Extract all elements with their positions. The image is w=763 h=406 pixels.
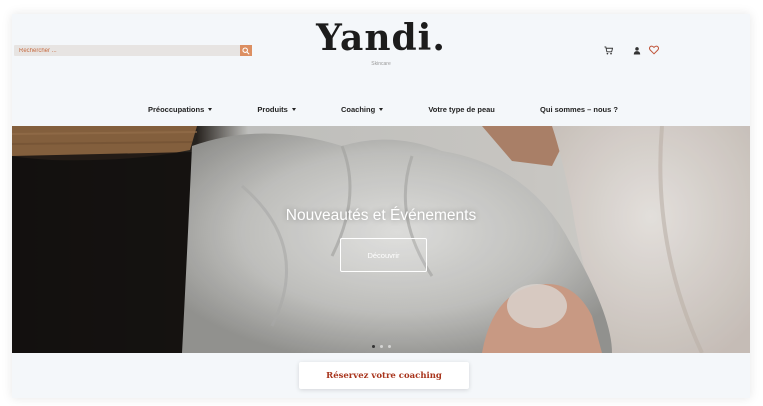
nav-item-type-de-peau[interactable]: Votre type de peau — [428, 105, 495, 114]
nav-item-produits[interactable]: Produits — [257, 104, 296, 114]
nav-item-coaching[interactable]: Coaching — [341, 104, 384, 114]
slider-dots — [372, 345, 391, 348]
page-frame: Yandi. Skincare Préoccupations Produits — [12, 14, 750, 398]
nav-item-label: Qui sommes – nous ? — [540, 104, 618, 114]
nav-item-preoccupations[interactable]: Préoccupations — [148, 104, 213, 114]
slide-dot[interactable] — [380, 345, 383, 348]
brand-tagline: Skincare — [371, 61, 391, 67]
hero-banner: Nouveautés et Événements Découvrir — [12, 126, 750, 353]
cart-icon[interactable] — [603, 45, 613, 55]
hero-title: Nouveautés et Événements — [285, 207, 477, 224]
nav-item-label: Coaching — [341, 104, 376, 114]
nav-item-label: Produits — [257, 104, 288, 114]
main-nav: Préoccupations Produits Coaching Votre t… — [148, 102, 618, 116]
nav-item-label: Votre type de peau — [428, 104, 495, 114]
user-icon[interactable] — [632, 45, 642, 55]
caret-down-icon — [208, 107, 213, 111]
slide-dot[interactable] — [388, 345, 391, 348]
caret-down-icon — [291, 107, 296, 111]
discover-button[interactable]: Découvrir — [340, 238, 427, 272]
nav-item-qui-sommes-nous[interactable]: Qui sommes – nous ? — [540, 105, 618, 114]
heart-icon[interactable] — [648, 44, 659, 55]
caret-down-icon — [379, 107, 384, 111]
slide-dot[interactable] — [372, 345, 375, 348]
book-coaching-button[interactable]: Réservez votre coaching — [299, 362, 469, 389]
nav-item-label: Préoccupations — [148, 104, 205, 114]
